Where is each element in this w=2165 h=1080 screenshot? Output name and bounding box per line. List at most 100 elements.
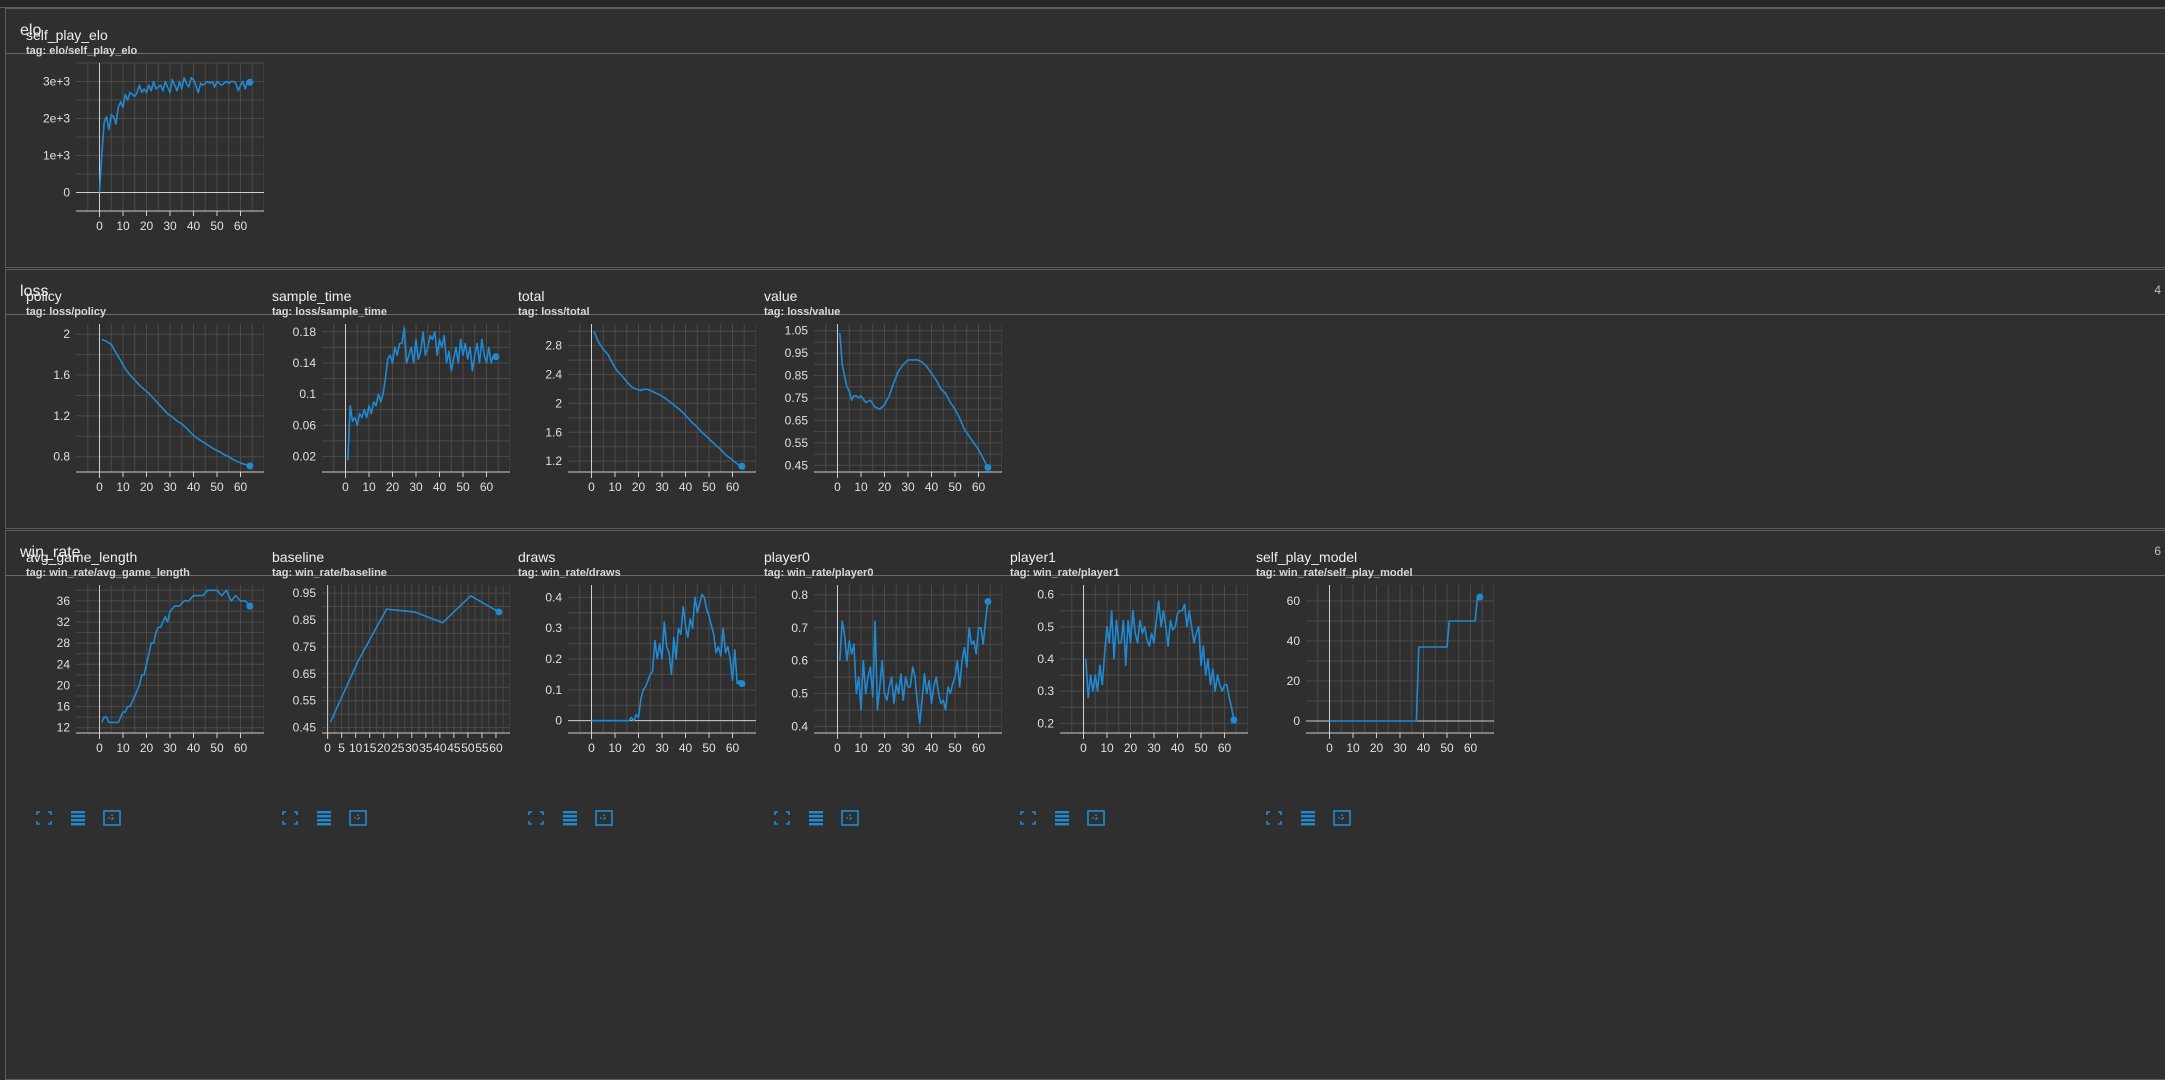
- y-tick-label: 40: [1287, 634, 1301, 648]
- chart-title: self_play_model: [1256, 549, 1358, 565]
- last-point-marker: [1476, 593, 1484, 601]
- y-tick-label: 0.8: [791, 588, 808, 602]
- y-tick-label: 36: [57, 594, 71, 608]
- chart-title: value: [764, 288, 798, 304]
- x-tick-label: 30: [901, 741, 915, 755]
- fit-domain-icon[interactable]: [1332, 809, 1352, 827]
- y-tick-label: 20: [1287, 674, 1301, 688]
- chart-card-self-play-elo: self_play_elo tag: elo/self_play_elo 0 10 20…: [6, 0, 336, 304]
- x-tick-label: 20: [1124, 741, 1138, 755]
- chart-toolbar: [1018, 809, 1106, 827]
- y-tick-label: 0.2: [1037, 716, 1054, 730]
- line-chart[interactable]: 0 10 20 30 40 50 600.81.21.62: [6, 320, 264, 520]
- chart-title: player1: [1010, 549, 1056, 565]
- fit-domain-icon[interactable]: [840, 809, 860, 827]
- line-chart[interactable]: 0 10 20 30 40 50 600.450.550.650.750.850.951.0…: [744, 320, 1002, 520]
- data-table-icon[interactable]: [806, 809, 826, 827]
- section-loss: loss 4 policy tag: loss/policy 0 10 20 30 40 50 60…: [5, 269, 2165, 565]
- y-tick-label: 0.45: [785, 458, 809, 472]
- fullscreen-icon[interactable]: [1018, 809, 1038, 827]
- line-chart[interactable]: 0 10 20 30 40 50 60 0.4 0.5 0.6 0.7 0.8: [744, 581, 1002, 781]
- x-tick-label: 20: [878, 741, 892, 755]
- fit-domain-icon[interactable]: [1086, 809, 1106, 827]
- x-tick-label: 0: [588, 741, 595, 755]
- fit-domain-icon[interactable]: [102, 809, 122, 827]
- x-tick-label: 60: [726, 741, 740, 755]
- data-table-icon[interactable]: [1298, 809, 1318, 827]
- y-tick-label: 0.75: [785, 391, 809, 405]
- y-tick-label: 0.06: [293, 418, 317, 432]
- fullscreen-icon[interactable]: [280, 809, 300, 827]
- fullscreen-icon[interactable]: [34, 809, 54, 827]
- line-chart[interactable]: 0 10 20 30 40 50 60 0 20 40 60: [1236, 581, 1494, 781]
- x-tick-label: 20: [1370, 741, 1384, 755]
- y-tick-label: 1.6: [545, 425, 562, 439]
- y-tick-label: 2.4: [545, 368, 562, 382]
- x-tick-label: 60: [1218, 741, 1232, 755]
- chart-card-self-play-model: self_play_model tag: win_rate/self_play_m…: [1236, 491, 1566, 826]
- y-tick-label: 0.8: [53, 450, 70, 464]
- y-tick-label: 60: [1287, 594, 1301, 608]
- fullscreen-icon[interactable]: [526, 809, 546, 827]
- fit-domain-icon[interactable]: [594, 809, 614, 827]
- line-chart[interactable]: 0 10 20 30 40 50 60 0 0.1 0.2 0.3 0.4: [498, 581, 756, 781]
- line-chart[interactable]: 0 10 20 30 40 50 60 12 16 20 24 28 32 36: [6, 581, 264, 781]
- section-count: 4: [2154, 283, 2161, 297]
- series-line: [101, 338, 251, 467]
- x-tick-label: 0: [834, 741, 841, 755]
- chart-title: sample_time: [272, 288, 352, 304]
- y-tick-label: 0.1: [299, 387, 316, 401]
- x-tick-label: 50: [948, 741, 962, 755]
- y-tick-label: 0.4: [1037, 652, 1054, 666]
- chart-title: policy: [26, 288, 62, 304]
- x-tick-label: 60: [234, 741, 248, 755]
- chart-tag: tag: win_rate/player1: [1010, 567, 1120, 579]
- chart-toolbar: [1264, 809, 1352, 827]
- data-table-icon[interactable]: [1052, 809, 1072, 827]
- section-elo: elo self_play_elo tag: elo/self_play_elo 0 1…: [5, 8, 2165, 304]
- chart-tag: tag: loss/policy: [26, 306, 107, 318]
- x-tick-label: 10: [1100, 741, 1114, 755]
- line-chart[interactable]: 0 10 20 30 40 50 601.21.622.42.8: [498, 320, 756, 520]
- fullscreen-icon[interactable]: [1264, 809, 1284, 827]
- y-tick-label: 1.05: [785, 324, 809, 338]
- x-tick-label: 5: [338, 741, 345, 755]
- fit-domain-icon[interactable]: [348, 809, 368, 827]
- x-tick-label: 15: [363, 741, 377, 755]
- y-tick-label: 20: [57, 678, 71, 692]
- y-tick-label: 0.95: [293, 586, 317, 600]
- y-tick-label: 1.6: [53, 368, 70, 382]
- chart-title: total: [518, 288, 545, 304]
- y-tick-label: 0.6: [791, 654, 808, 668]
- y-tick-label: 0.5: [1037, 620, 1054, 634]
- x-tick-label: 50: [1194, 741, 1208, 755]
- chart-tag: tag: loss/total: [518, 306, 590, 318]
- line-chart[interactable]: 0 10 20 30 40 50 6001e+32e+33e+3: [6, 59, 264, 259]
- x-tick-label: 40: [433, 741, 447, 755]
- line-chart[interactable]: 0 5 10 15 20 25 30 35 40 45 50 55 600.450.550.650.75…: [252, 581, 510, 781]
- series-line: [1329, 596, 1480, 722]
- chart-tag: tag: loss/sample_time: [272, 306, 387, 318]
- x-tick-label: 30: [405, 741, 419, 755]
- y-tick-label: 2: [555, 396, 562, 410]
- x-tick-label: 40: [925, 741, 939, 755]
- line-chart[interactable]: 0 10 20 30 40 50 600.020.060.10.140.18: [252, 320, 510, 520]
- y-tick-label: 0.3: [1037, 684, 1054, 698]
- data-table-icon[interactable]: [314, 809, 334, 827]
- x-tick-label: 10: [854, 741, 868, 755]
- y-tick-label: 12: [57, 721, 71, 735]
- y-tick-label: 0.14: [293, 356, 317, 370]
- fullscreen-icon[interactable]: [772, 809, 792, 827]
- y-tick-label: 1.2: [53, 409, 70, 423]
- series-line: [839, 601, 989, 724]
- data-table-icon[interactable]: [68, 809, 88, 827]
- y-tick-label: 0.65: [785, 413, 809, 427]
- line-chart[interactable]: 0 10 20 30 40 50 60 0.2 0.3 0.4 0.5 0.6: [990, 581, 1248, 781]
- y-tick-label: 0.55: [785, 436, 809, 450]
- chart-tag: tag: loss/value: [764, 306, 841, 318]
- chart-tag: tag: win_rate/player0: [764, 567, 874, 579]
- chart-card-value: value tag: loss/value 0 10 20 30 40 50 60 0.45 0.5…: [744, 230, 1074, 565]
- data-table-icon[interactable]: [560, 809, 580, 827]
- x-tick-label: 50: [702, 741, 716, 755]
- x-tick-label: 40: [1171, 741, 1185, 755]
